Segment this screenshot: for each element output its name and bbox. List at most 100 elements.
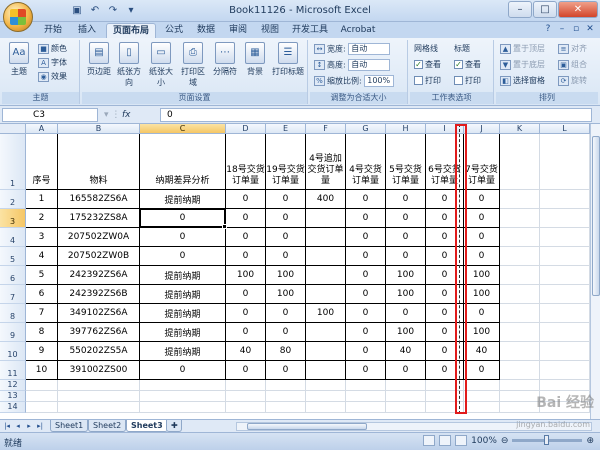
- table-cell[interactable]: 提前纳期: [140, 304, 226, 323]
- table-cell[interactable]: [306, 323, 346, 342]
- next-sheet-icon[interactable]: ▸: [24, 421, 34, 431]
- table-cell[interactable]: 0: [346, 228, 386, 247]
- formula-input[interactable]: 0: [160, 108, 592, 122]
- table-cell[interactable]: 242392ZS6A: [58, 266, 140, 285]
- table-cell[interactable]: 100: [464, 285, 500, 304]
- empty-cell[interactable]: [540, 228, 590, 247]
- empty-cell[interactable]: [266, 391, 306, 402]
- empty-cell[interactable]: [266, 380, 306, 391]
- spreadsheet-grid[interactable]: A B C D E F G H I J K L 1 2 3 4 5 6 7 8 9 10 11 12 13 14 序号 物料 纳期差异分…: [0, 124, 600, 419]
- table-cell[interactable]: 0: [464, 209, 500, 228]
- vertical-scroll-thumb[interactable]: [592, 136, 600, 296]
- empty-cell[interactable]: [306, 402, 346, 413]
- empty-cell[interactable]: [346, 391, 386, 402]
- headings-view-checkbox[interactable]: ✓ 查看: [454, 59, 481, 70]
- headings-print-checkbox[interactable]: 打印: [454, 75, 481, 86]
- selection-pane-button[interactable]: ◧ 选择窗格: [500, 75, 545, 86]
- empty-cell[interactable]: [58, 380, 140, 391]
- empty-cell[interactable]: [226, 391, 266, 402]
- empty-cell[interactable]: [266, 402, 306, 413]
- empty-cell[interactable]: [540, 134, 590, 190]
- table-cell[interactable]: 8: [26, 323, 58, 342]
- row-header[interactable]: 13: [0, 391, 26, 402]
- empty-cell[interactable]: [540, 266, 590, 285]
- empty-cell[interactable]: [386, 391, 426, 402]
- tab-view[interactable]: 视图: [256, 23, 284, 38]
- insert-sheet-icon[interactable]: ✚: [166, 420, 182, 432]
- column-header[interactable]: E: [266, 124, 306, 134]
- empty-cell[interactable]: [500, 323, 540, 342]
- gridlines-view-checkbox[interactable]: ✓ 查看: [414, 59, 441, 70]
- table-header-cell[interactable]: 7号交货订单量: [464, 134, 500, 190]
- maximize-icon[interactable]: □: [533, 1, 557, 18]
- table-cell[interactable]: 0: [266, 304, 306, 323]
- table-cell[interactable]: 提前纳期: [140, 190, 226, 209]
- zoom-in-icon[interactable]: ⊕: [586, 436, 594, 446]
- column-header[interactable]: G: [346, 124, 386, 134]
- empty-cell[interactable]: [500, 361, 540, 380]
- table-header-cell[interactable]: 4号交货订单量: [346, 134, 386, 190]
- table-cell[interactable]: 0: [266, 228, 306, 247]
- empty-cell[interactable]: [500, 380, 540, 391]
- tab-developer[interactable]: 开发工具: [288, 23, 332, 38]
- row-header[interactable]: 1: [0, 134, 26, 190]
- empty-cell[interactable]: [306, 380, 346, 391]
- column-header[interactable]: B: [58, 124, 140, 134]
- row-header[interactable]: 12: [0, 380, 26, 391]
- empty-cell[interactable]: [140, 380, 226, 391]
- table-cell[interactable]: 40: [464, 342, 500, 361]
- table-cell[interactable]: 0: [386, 247, 426, 266]
- table-cell[interactable]: 0: [226, 285, 266, 304]
- table-cell[interactable]: 0: [140, 228, 226, 247]
- table-cell[interactable]: 165582ZS6A: [58, 190, 140, 209]
- table-cell[interactable]: 0: [464, 228, 500, 247]
- empty-cell[interactable]: [500, 342, 540, 361]
- table-cell[interactable]: 0: [266, 323, 306, 342]
- empty-cell[interactable]: [58, 402, 140, 413]
- table-cell[interactable]: 10: [26, 361, 58, 380]
- empty-cell[interactable]: [464, 391, 500, 402]
- empty-cell[interactable]: [226, 402, 266, 413]
- row-header[interactable]: 10: [0, 342, 26, 361]
- group-button[interactable]: ▣ 组合: [558, 59, 587, 70]
- themes-button[interactable]: Aa 主题: [4, 42, 34, 77]
- table-cell[interactable]: 提前纳期: [140, 323, 226, 342]
- column-header[interactable]: J: [464, 124, 500, 134]
- prev-sheet-icon[interactable]: ◂: [13, 421, 23, 431]
- column-header[interactable]: D: [226, 124, 266, 134]
- table-cell[interactable]: 2: [26, 209, 58, 228]
- page-layout-view-icon[interactable]: [439, 435, 452, 446]
- align-button[interactable]: ≡ 对齐: [558, 43, 587, 54]
- table-cell[interactable]: 0: [226, 209, 266, 228]
- close-workbook-icon[interactable]: ✕: [584, 24, 596, 34]
- table-cell[interactable]: 0: [226, 323, 266, 342]
- empty-cell[interactable]: [386, 402, 426, 413]
- row-header[interactable]: 9: [0, 323, 26, 342]
- empty-cell[interactable]: [140, 402, 226, 413]
- table-header-cell[interactable]: 19号交货订单量: [266, 134, 306, 190]
- empty-cell[interactable]: [500, 266, 540, 285]
- empty-cell[interactable]: [540, 304, 590, 323]
- table-cell[interactable]: 7: [26, 304, 58, 323]
- table-cell[interactable]: 100: [306, 304, 346, 323]
- help-icon[interactable]: ?: [542, 24, 554, 34]
- table-cell[interactable]: 397762ZS6A: [58, 323, 140, 342]
- empty-cell[interactable]: [540, 247, 590, 266]
- empty-cell[interactable]: [500, 285, 540, 304]
- table-cell[interactable]: 80: [266, 342, 306, 361]
- print-titles-button[interactable]: ☰ 打印标题: [270, 42, 306, 77]
- table-cell[interactable]: 0: [386, 190, 426, 209]
- theme-effects-button[interactable]: ◉ 效果: [38, 71, 67, 82]
- table-cell[interactable]: 207502ZW0B: [58, 247, 140, 266]
- table-header-cell[interactable]: 18号交货订单量: [226, 134, 266, 190]
- minimize-ribbon-icon[interactable]: –: [556, 24, 568, 34]
- table-cell[interactable]: 0: [226, 190, 266, 209]
- minimize-icon[interactable]: –: [508, 1, 532, 18]
- empty-cell[interactable]: [306, 391, 346, 402]
- table-cell[interactable]: 0: [346, 361, 386, 380]
- breaks-button[interactable]: ⋯ 分隔符: [210, 42, 240, 77]
- table-cell[interactable]: 0: [346, 342, 386, 361]
- table-cell[interactable]: 0: [346, 190, 386, 209]
- table-cell[interactable]: 0: [226, 361, 266, 380]
- table-cell[interactable]: 349102ZS6A: [58, 304, 140, 323]
